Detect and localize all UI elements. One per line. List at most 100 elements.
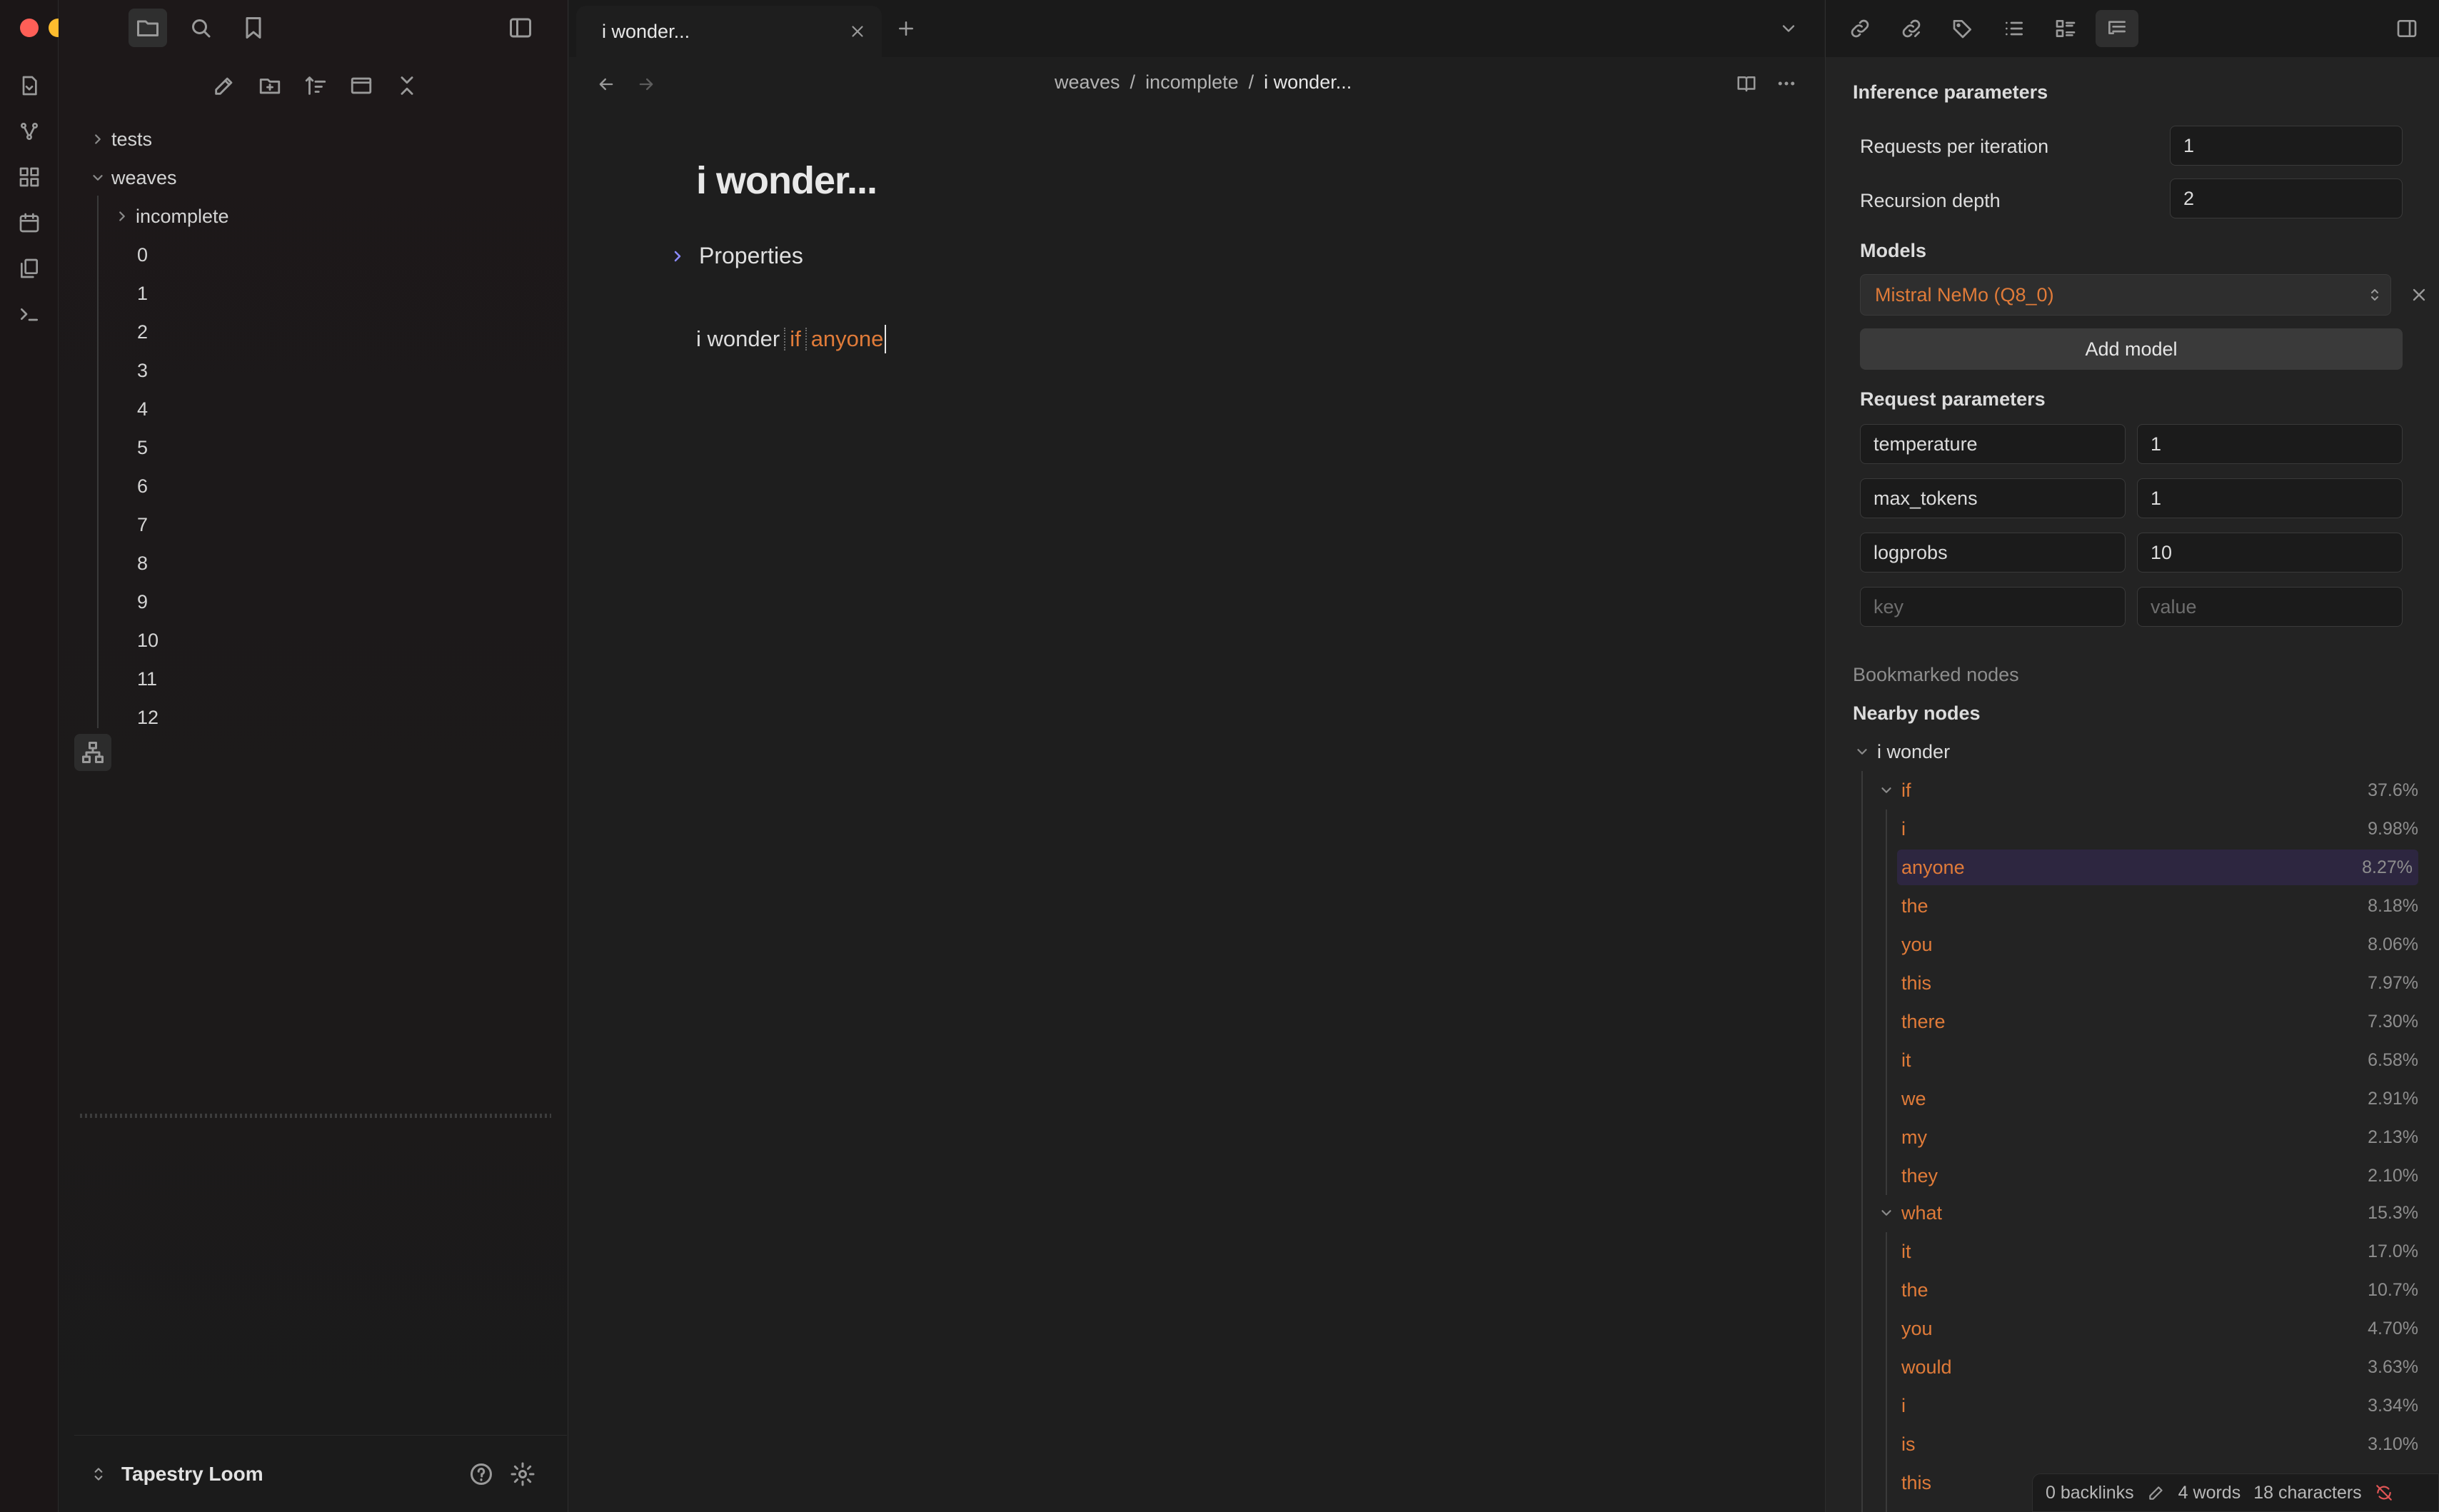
node-item[interactable]: you 8.06% [1897,927,2418,962]
node-group[interactable]: what 15.3% [1877,1195,2418,1231]
file-item[interactable]: 6 [137,467,148,505]
open-quick-switcher-icon[interactable] [12,69,46,103]
node-item[interactable]: would 3.63% [1897,1349,2418,1385]
param-key-input[interactable]: logprobs [1860,533,2126,573]
file-item[interactable]: 12 [137,698,159,737]
settings-gear-icon[interactable] [507,1458,538,1490]
add-model-button[interactable]: Add model [1860,328,2403,370]
requests-per-iteration-input[interactable]: 1 [2170,126,2403,166]
file-item[interactable]: 4 [137,390,148,428]
breadcrumb-item[interactable]: weaves [1055,71,1120,94]
node-item[interactable]: we 2.91% [1897,1081,2418,1117]
files-tab-icon[interactable] [129,9,167,47]
note-body[interactable]: i wonder if anyone [696,325,887,353]
node-item[interactable]: i 9.98% [1897,811,2418,847]
file-item[interactable]: 9 [137,583,148,621]
remove-model-icon[interactable] [2404,280,2434,310]
param-key-input[interactable]: max_tokens [1860,478,2126,518]
loom-tree-tab-icon[interactable] [2096,10,2138,47]
new-param-key-input[interactable]: key [1860,587,2126,627]
node-item[interactable]: it 6.58% [1897,1042,2418,1078]
edit-mode-pencil-icon[interactable] [2147,1483,2166,1502]
param-key-input[interactable]: temperature [1860,424,2126,464]
text-cursor [885,325,887,353]
breadcrumb-item[interactable]: incomplete [1145,71,1239,94]
new-tab-icon[interactable] [892,14,920,43]
param-value-input[interactable]: 1 [2137,478,2403,518]
node-item[interactable]: the 10.7% [1897,1272,2418,1308]
node-item[interactable]: this 7.97% [1897,965,2418,1001]
close-tab-icon[interactable] [845,19,870,44]
close-window-button[interactable] [20,19,39,37]
node-item[interactable]: there 7.30% [1897,1004,2418,1039]
node-item[interactable]: it 17.0% [1897,1234,2418,1269]
node-group[interactable]: if 37.6% [1877,772,2418,808]
loom-tree-icon[interactable] [74,734,111,771]
folder-incomplete[interactable]: incomplete [113,197,229,236]
new-param-value-input[interactable]: value [2137,587,2403,627]
canvas-icon[interactable] [12,160,46,194]
outline-tab-icon[interactable] [1993,10,2036,47]
node-item[interactable]: my 2.13% [1897,1119,2418,1155]
param-value-input[interactable]: 1 [2137,424,2403,464]
node-label: what [1901,1201,1943,1224]
node-item[interactable]: you 4.70% [1897,1311,2418,1346]
tags-tab-icon[interactable] [1941,10,1984,47]
vault-switcher[interactable]: Tapestry Loom [74,1435,567,1512]
properties-toggle[interactable]: Properties [669,243,803,269]
outgoing-links-tab-icon[interactable] [1890,10,1933,47]
node-item[interactable]: the 8.18% [1897,888,2418,924]
node-item-selected[interactable]: anyone 8.27% [1897,850,2418,885]
bookmark-icon[interactable] [234,9,273,47]
folder-weaves[interactable]: weaves [89,158,177,197]
folder-tests[interactable]: tests [89,120,152,158]
note-title[interactable]: i wonder... [696,158,877,203]
new-note-icon[interactable] [206,67,243,104]
tab-list-chevron-icon[interactable] [1774,14,1803,43]
chevron-down-icon [89,168,107,187]
param-value-input[interactable]: 10 [2137,533,2403,573]
collapse-all-icon[interactable] [388,67,426,104]
help-icon[interactable] [466,1458,497,1490]
new-folder-icon[interactable] [251,67,288,104]
templates-icon[interactable] [12,251,46,286]
recursion-depth-input[interactable]: 2 [2170,178,2403,218]
character-count: 18 characters [2253,1482,2362,1503]
tab-note[interactable]: i wonder... [576,6,882,57]
file-item[interactable]: 7 [137,505,148,544]
auto-reveal-icon[interactable] [343,67,380,104]
sync-disabled-icon[interactable] [2375,1483,2393,1502]
backlinks-tab-icon[interactable] [1839,10,1881,47]
more-options-icon[interactable] [1771,69,1801,99]
breadcrumb-current[interactable]: i wonder... [1264,71,1352,94]
file-item[interactable]: 3 [137,351,148,390]
backlinks-count[interactable]: 0 backlinks [2046,1483,2134,1503]
node-item[interactable]: they 2.10% [1897,1158,2418,1194]
toggle-left-sidebar-icon[interactable] [501,9,540,47]
node-item[interactable]: is 3.10% [1897,1426,2418,1462]
back-arrow-icon[interactable] [592,70,620,99]
toggle-right-sidebar-icon[interactable] [2385,10,2428,47]
file-item[interactable]: 11 [137,660,157,698]
search-icon[interactable] [181,9,220,47]
file-item[interactable]: 10 [137,621,159,660]
loom-siblings-tab-icon[interactable] [2044,10,2087,47]
file-item[interactable]: 5 [137,428,148,467]
vault-name: Tapestry Loom [121,1462,263,1485]
reading-view-icon[interactable] [1731,69,1761,99]
file-item[interactable]: 2 [137,313,148,351]
terminal-icon[interactable] [12,297,46,331]
graph-view-icon[interactable] [12,114,46,148]
file-item[interactable]: 0 [137,236,148,274]
sort-icon[interactable] [297,67,334,104]
node-root[interactable]: i wonder [1853,734,2418,770]
forward-arrow-icon[interactable] [632,70,660,99]
file-item[interactable]: 8 [137,544,148,583]
model-select[interactable]: Mistral NeMo (Q8_0) [1860,274,2391,316]
node-label: i wonder [1877,740,1951,762]
file-item[interactable]: 1 [137,274,148,313]
editor-pane: i wonder... weaves / incomplete / i wond… [569,0,1824,1512]
node-item[interactable]: i 3.34% [1897,1388,2418,1423]
models-label: Models [1860,240,1927,261]
calendar-icon[interactable] [12,206,46,240]
